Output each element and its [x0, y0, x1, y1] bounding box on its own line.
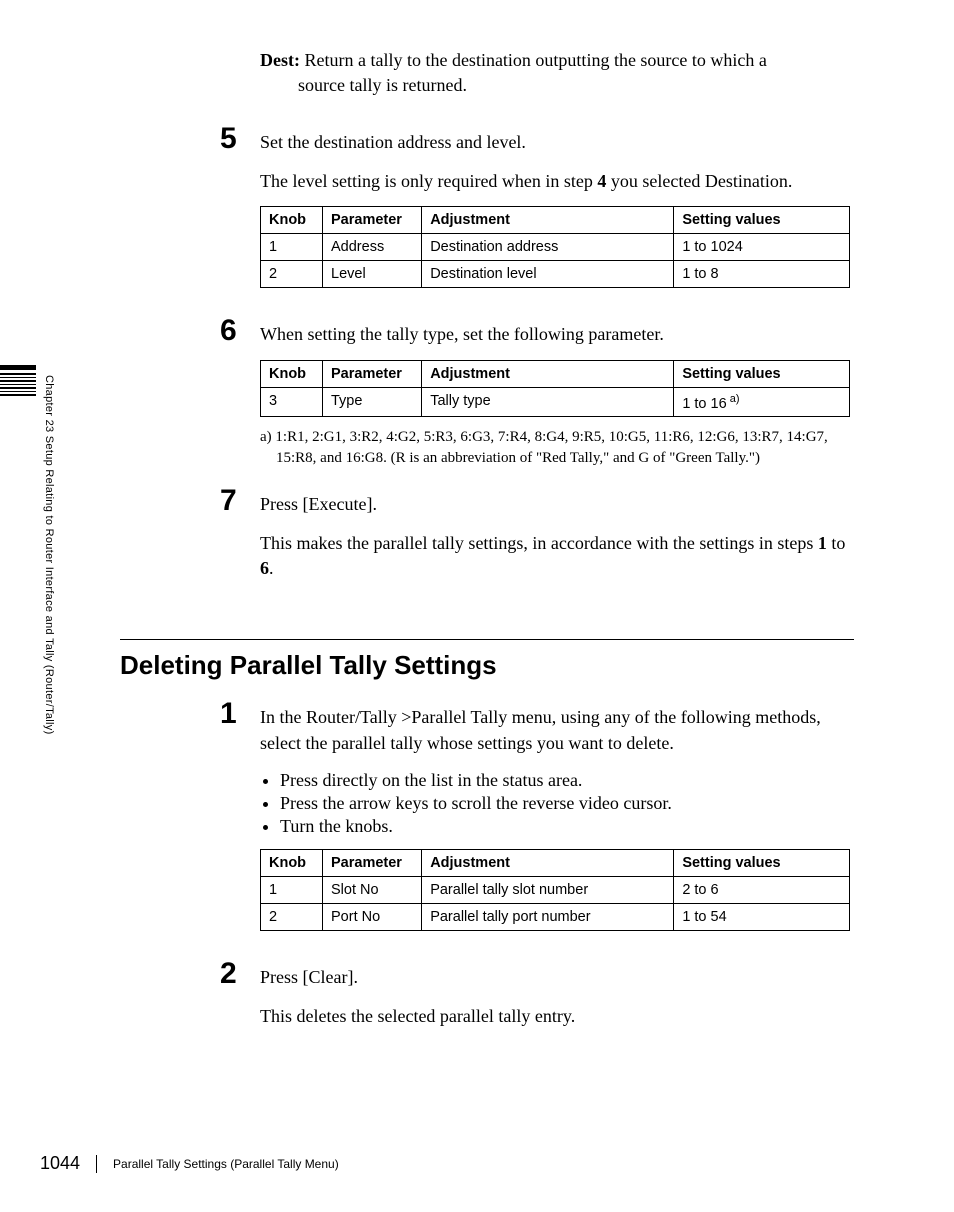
step-number-5: 5: [220, 124, 260, 154]
bullet-list: Press directly on the list in the status…: [280, 770, 854, 837]
table-step6: Knob Parameter Adjustment Setting values…: [260, 360, 850, 418]
page-footer: 1044 Parallel Tally Settings (Parallel T…: [40, 1153, 339, 1174]
th-parameter: Parameter: [323, 207, 422, 234]
th-knob: Knob: [261, 849, 323, 876]
footnote-a: a) 1:R1, 2:G1, 3:R2, 4:G2, 5:R3, 6:G3, 7…: [260, 427, 854, 468]
step-6-text: When setting the tally type, set the fol…: [260, 322, 854, 347]
th-adjustment: Adjustment: [422, 360, 674, 387]
dest-description-cont: source tally is returned.: [298, 75, 854, 96]
footer-text: Parallel Tally Settings (Parallel Tally …: [113, 1157, 339, 1171]
table-row: 2 Port No Parallel tally port number 1 t…: [261, 903, 850, 930]
list-item: Press the arrow keys to scroll the rever…: [280, 793, 854, 814]
step-d2-sub: This deletes the selected parallel tally…: [260, 1004, 854, 1029]
th-parameter: Parameter: [323, 360, 422, 387]
step-number-6: 6: [220, 316, 260, 346]
th-setting-values: Setting values: [674, 360, 850, 387]
th-setting-values: Setting values: [674, 849, 850, 876]
step-7-sub: This makes the parallel tally settings, …: [260, 531, 854, 581]
th-adjustment: Adjustment: [422, 849, 674, 876]
table-row: 2 Level Destination level 1 to 8: [261, 261, 850, 288]
table-delete: Knob Parameter Adjustment Setting values…: [260, 849, 850, 931]
th-adjustment: Adjustment: [422, 207, 674, 234]
th-setting-values: Setting values: [674, 207, 850, 234]
section-title-deleting: Deleting Parallel Tally Settings: [120, 639, 854, 681]
dest-label: Dest:: [260, 50, 300, 70]
th-parameter: Parameter: [323, 849, 422, 876]
step-d1-text: In the Router/Tally >Parallel Tally menu…: [260, 705, 854, 755]
step-d2-text: Press [Clear].: [260, 965, 854, 990]
table-step5: Knob Parameter Adjustment Setting values…: [260, 206, 850, 288]
table-row: 1 Slot No Parallel tally slot number 2 t…: [261, 876, 850, 903]
table-row: 3 Type Tally type 1 to 16 a): [261, 387, 850, 417]
step-number-d2: 2: [220, 959, 260, 989]
step-number-d1: 1: [220, 699, 260, 729]
th-knob: Knob: [261, 207, 323, 234]
list-item: Turn the knobs.: [280, 816, 854, 837]
page-number: 1044: [40, 1153, 80, 1174]
step-5-sub: The level setting is only required when …: [260, 169, 854, 194]
table-row: 1 Address Destination address 1 to 1024: [261, 234, 850, 261]
list-item: Press directly on the list in the status…: [280, 770, 854, 791]
step-5-text: Set the destination address and level.: [260, 130, 854, 155]
dest-description: Dest: Return a tally to the destination …: [260, 50, 854, 71]
step-7-text: Press [Execute].: [260, 492, 854, 517]
step-number-7: 7: [220, 486, 260, 516]
th-knob: Knob: [261, 360, 323, 387]
footer-divider: [96, 1155, 97, 1173]
